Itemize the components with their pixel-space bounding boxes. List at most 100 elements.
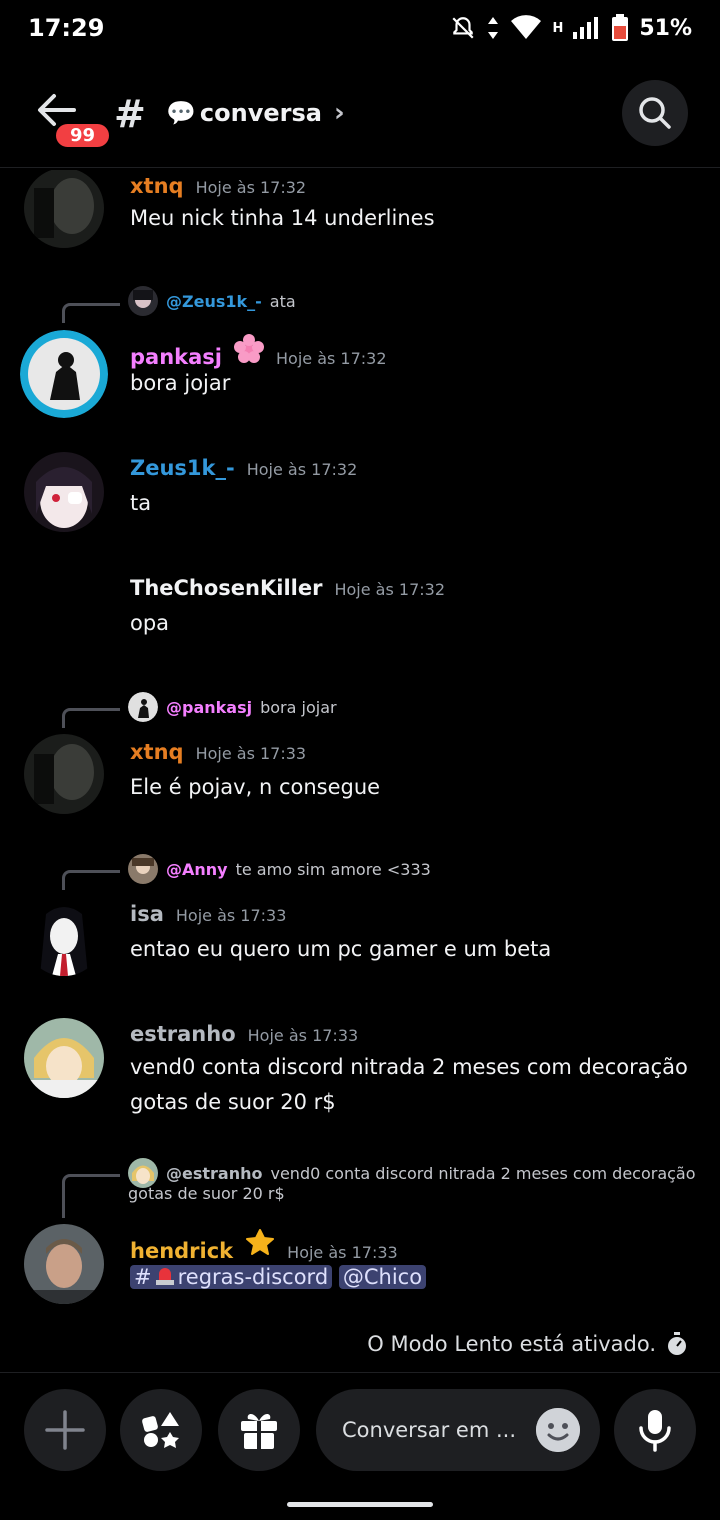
- message-header: isa Hoje às 17:33: [130, 902, 286, 926]
- channel-header: 99 # 💬 conversa ›: [0, 70, 720, 168]
- reply-mention[interactable]: @Anny: [166, 860, 228, 879]
- reply-connector: [62, 708, 120, 728]
- author-name[interactable]: estranho: [130, 1022, 236, 1046]
- battery-percent: 51%: [639, 15, 692, 41]
- message-text: bora jojar: [130, 371, 231, 395]
- timestamp: Hoje às 17:33: [247, 1026, 359, 1045]
- message-header: xtnq Hoje às 17:32: [130, 174, 306, 198]
- author-name[interactable]: TheChosenKiller: [130, 576, 322, 600]
- author-name[interactable]: isa: [130, 902, 164, 926]
- message-input[interactable]: Conversar em ...: [316, 1389, 600, 1471]
- author-name[interactable]: Zeus1k_-: [130, 456, 235, 480]
- channel-name: conversa: [199, 99, 322, 127]
- message-text: entao eu quero um pc gamer e um beta: [130, 937, 552, 961]
- avatar[interactable]: [24, 1018, 104, 1098]
- message-header: estranho Hoje às 17:33: [130, 1022, 358, 1046]
- composer-bar: Conversar em ...: [0, 1372, 720, 1520]
- add-attachment-button[interactable]: [24, 1389, 106, 1471]
- message-text: Meu nick tinha 14 underlines: [130, 206, 435, 230]
- channel-mention-hash: #: [134, 1265, 152, 1289]
- timestamp: Hoje às 17:33: [175, 906, 287, 925]
- reply-preview[interactable]: @Zeus1k_- ata: [128, 286, 296, 316]
- battery-icon: [612, 14, 629, 41]
- message-text: opa: [130, 611, 170, 635]
- avatar[interactable]: [24, 1224, 104, 1304]
- message[interactable]: estranho Hoje às 17:33 vend0 conta disco…: [0, 1016, 720, 1146]
- reply-text: vend0 conta discord nitrada 2 meses com …: [270, 1163, 696, 1183]
- status-time: 17:29: [28, 14, 105, 42]
- reply-connector: [62, 303, 120, 323]
- reply-preview[interactable]: @pankasj bora jojar: [128, 692, 337, 722]
- reply-avatar: [128, 692, 158, 722]
- message[interactable]: xtnq Hoje às 17:32 Meu nick tinha 14 und…: [0, 170, 720, 260]
- message-header: pankasj Hoje às 17:32: [130, 334, 387, 369]
- timestamp: Hoje às 17:32: [195, 178, 307, 197]
- emoji-button[interactable]: [536, 1408, 580, 1452]
- reply-text: te amo sim amore <333: [235, 859, 431, 879]
- message-input-placeholder: Conversar em ...: [342, 1418, 516, 1442]
- slowmode-text: O Modo Lento está ativado.: [367, 1332, 656, 1356]
- message-header: Zeus1k_- Hoje às 17:32: [130, 456, 357, 480]
- message[interactable]: TheChosenKiller Hoje às 17:32 opa: [0, 570, 720, 650]
- bell-muted-icon: [452, 17, 474, 39]
- star-badge-icon: [246, 1229, 275, 1255]
- message-text: vend0 conta discord nitrada 2 meses com …: [130, 1050, 690, 1120]
- message[interactable]: @Anny te amo sim amore <333 isa Hoje às …: [0, 852, 720, 982]
- reply-text: gotas de suor 20 r$: [128, 1184, 285, 1203]
- message[interactable]: @Zeus1k_- ata pankasj Hoje às 17:32 bora…: [0, 286, 720, 418]
- reply-mention[interactable]: @Zeus1k_-: [166, 292, 262, 311]
- channel-emoji: 💬: [166, 99, 196, 127]
- author-name[interactable]: xtnq: [130, 740, 184, 764]
- message-list[interactable]: xtnq Hoje às 17:32 Meu nick tinha 14 und…: [0, 170, 720, 1370]
- message-header: xtnq Hoje às 17:33: [130, 740, 306, 764]
- message[interactable]: @estranho vend0 conta discord nitrada 2 …: [0, 1156, 720, 1306]
- unread-badge: 99: [54, 122, 112, 149]
- reply-mention[interactable]: @estranho: [166, 1164, 262, 1183]
- emoji-icon: [536, 1408, 580, 1452]
- plus-icon: [45, 1410, 85, 1450]
- reply-text: bora jojar: [260, 697, 337, 717]
- channel-title[interactable]: 💬 conversa ›: [166, 98, 345, 128]
- timestamp: Hoje às 17:32: [246, 460, 358, 479]
- message[interactable]: @pankasj bora jojar xtnq Hoje às 17:33 E…: [0, 690, 720, 820]
- message-text: Ele é pojav, n consegue: [130, 775, 381, 799]
- author-name[interactable]: xtnq: [130, 174, 184, 198]
- timestamp: Hoje às 17:32: [334, 580, 445, 599]
- message-text: # regras-discord @Chico: [130, 1260, 690, 1295]
- microphone-icon: [639, 1410, 671, 1452]
- apps-button[interactable]: [120, 1389, 202, 1471]
- avatar[interactable]: [24, 896, 104, 976]
- channel-mention[interactable]: # regras-discord: [130, 1265, 333, 1289]
- stopwatch-icon: [668, 1332, 686, 1355]
- avatar[interactable]: [20, 330, 108, 418]
- slowmode-notice: O Modo Lento está ativado.: [367, 1332, 688, 1356]
- home-indicator[interactable]: [287, 1502, 433, 1507]
- status-bar: 17:29 H 51%: [0, 0, 720, 56]
- user-mention[interactable]: @Chico: [338, 1265, 427, 1289]
- network-type: H: [552, 20, 564, 36]
- avatar[interactable]: [24, 452, 104, 532]
- hash-icon: #: [114, 92, 146, 136]
- gift-button[interactable]: [218, 1389, 300, 1471]
- status-icons: H 51%: [450, 14, 692, 42]
- reply-connector: [62, 870, 120, 890]
- reply-mention[interactable]: @pankasj: [166, 698, 252, 717]
- search-icon: [639, 97, 671, 129]
- search-button[interactable]: [622, 80, 688, 146]
- reply-avatar: [128, 854, 158, 884]
- message-header: hendrick Hoje às 17:33: [130, 1228, 398, 1263]
- message-header: TheChosenKiller Hoje às 17:32: [130, 576, 445, 600]
- apps-icon: [142, 1412, 179, 1448]
- voice-message-button[interactable]: [614, 1389, 696, 1471]
- message[interactable]: Zeus1k_- Hoje às 17:32 ta: [0, 450, 720, 540]
- avatar[interactable]: [24, 734, 104, 814]
- avatar[interactable]: [24, 170, 104, 248]
- reply-preview-continued[interactable]: gotas de suor 20 r$: [128, 1184, 285, 1203]
- gift-icon: [241, 1414, 277, 1449]
- reply-connector: [62, 1174, 120, 1218]
- message-text-line: vend0 conta discord nitrada 2 meses com …: [130, 1055, 688, 1079]
- reply-preview[interactable]: @Anny te amo sim amore <333: [128, 854, 431, 884]
- reply-text: ata: [269, 291, 296, 311]
- message-text-line: gotas de suor 20 r$: [130, 1090, 336, 1114]
- chevron-right-icon: ›: [333, 98, 345, 128]
